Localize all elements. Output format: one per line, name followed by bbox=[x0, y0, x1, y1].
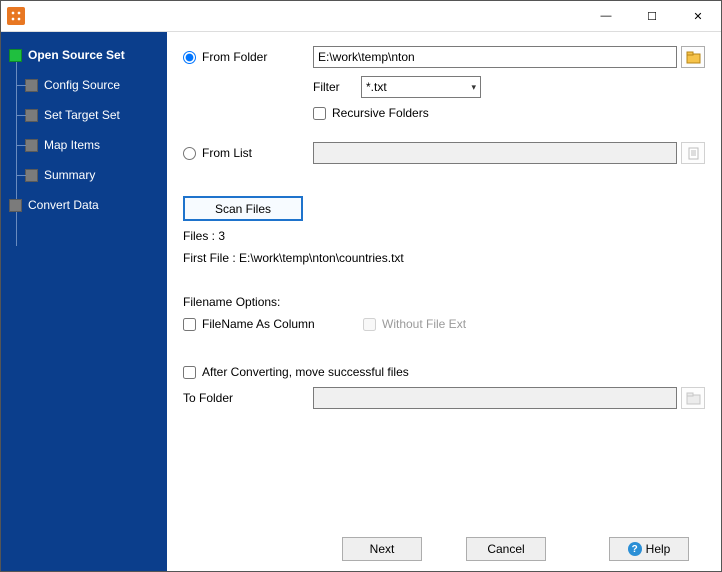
to-folder-row: To Folder bbox=[183, 387, 705, 409]
folder-icon bbox=[686, 51, 701, 64]
cancel-button[interactable]: Cancel bbox=[466, 537, 546, 561]
step-label: Convert Data bbox=[28, 198, 99, 212]
from-list-label: From List bbox=[202, 146, 252, 160]
app-icon bbox=[7, 7, 25, 25]
from-folder-radio[interactable] bbox=[183, 51, 196, 64]
help-button[interactable]: ? Help bbox=[609, 537, 689, 561]
next-button[interactable]: Next bbox=[342, 537, 422, 561]
step-label: Summary bbox=[44, 168, 95, 182]
step-status-icon bbox=[25, 79, 38, 92]
wizard-sidebar: Open Source Set Config Source Set Target… bbox=[1, 32, 167, 571]
minimize-button[interactable]: — bbox=[583, 1, 629, 31]
from-list-input bbox=[313, 142, 677, 164]
first-file-text: First File : E:\work\temp\nton\countries… bbox=[183, 251, 705, 265]
scan-files-button[interactable]: Scan Files bbox=[183, 196, 303, 221]
filter-label: Filter bbox=[313, 80, 353, 94]
body-area: Open Source Set Config Source Set Target… bbox=[1, 31, 721, 571]
content-panel: From Folder Filter *.txt ▾ bbox=[167, 32, 721, 571]
file-icon bbox=[687, 147, 700, 160]
chevron-down-icon: ▾ bbox=[471, 82, 476, 93]
from-list-row: From List bbox=[183, 142, 705, 164]
titlebar: — ☐ ✕ bbox=[1, 1, 721, 31]
without-ext-label: Without File Ext bbox=[382, 317, 466, 331]
step-status-icon bbox=[25, 109, 38, 122]
step-set-target-set[interactable]: Set Target Set bbox=[7, 104, 161, 126]
browse-list-button bbox=[681, 142, 705, 164]
from-folder-row: From Folder bbox=[183, 46, 705, 68]
filename-as-column-label: FileName As Column bbox=[202, 317, 315, 331]
browse-to-folder-button bbox=[681, 387, 705, 409]
step-map-items[interactable]: Map Items bbox=[7, 134, 161, 156]
help-icon: ? bbox=[628, 542, 642, 556]
from-folder-label: From Folder bbox=[202, 50, 267, 64]
filename-options-row: FileName As Column Without File Ext bbox=[183, 317, 705, 331]
button-bar: Next Cancel ? Help bbox=[183, 537, 705, 561]
recursive-checkbox[interactable] bbox=[313, 107, 326, 120]
filename-options-label: Filename Options: bbox=[183, 295, 705, 309]
after-convert-label: After Converting, move successful files bbox=[202, 365, 409, 379]
after-convert-checkbox[interactable] bbox=[183, 366, 196, 379]
step-config-source[interactable]: Config Source bbox=[7, 74, 161, 96]
from-list-radio[interactable] bbox=[183, 147, 196, 160]
help-label: Help bbox=[646, 542, 671, 556]
to-folder-label: To Folder bbox=[183, 391, 233, 405]
without-ext-checkbox bbox=[363, 318, 376, 331]
folder-icon bbox=[686, 392, 701, 405]
recursive-label: Recursive Folders bbox=[332, 106, 429, 120]
step-status-icon bbox=[9, 199, 22, 212]
browse-folder-button[interactable] bbox=[681, 46, 705, 68]
step-label: Map Items bbox=[44, 138, 100, 152]
step-label: Open Source Set bbox=[28, 48, 125, 62]
filter-value: *.txt bbox=[366, 80, 387, 94]
step-label: Set Target Set bbox=[44, 108, 120, 122]
step-convert-data[interactable]: Convert Data bbox=[7, 194, 161, 216]
recursive-row: Recursive Folders bbox=[183, 106, 705, 120]
maximize-button[interactable]: ☐ bbox=[629, 1, 675, 31]
close-button[interactable]: ✕ bbox=[675, 1, 721, 31]
to-folder-input bbox=[313, 387, 677, 409]
filter-row: Filter *.txt ▾ bbox=[183, 76, 705, 98]
files-count-text: Files : 3 bbox=[183, 229, 705, 243]
step-summary[interactable]: Summary bbox=[7, 164, 161, 186]
step-status-icon bbox=[9, 49, 22, 62]
step-status-icon bbox=[25, 169, 38, 182]
step-label: Config Source bbox=[44, 78, 120, 92]
step-open-source-set[interactable]: Open Source Set bbox=[7, 44, 161, 66]
form-area: From Folder Filter *.txt ▾ bbox=[183, 46, 705, 537]
window-controls: — ☐ ✕ bbox=[583, 1, 721, 31]
after-convert-row: After Converting, move successful files bbox=[183, 365, 705, 379]
step-status-icon bbox=[25, 139, 38, 152]
filename-as-column-checkbox[interactable] bbox=[183, 318, 196, 331]
filter-combo[interactable]: *.txt ▾ bbox=[361, 76, 481, 98]
from-folder-input[interactable] bbox=[313, 46, 677, 68]
app-window: — ☐ ✕ Open Source Set Config Source Set … bbox=[0, 0, 722, 572]
